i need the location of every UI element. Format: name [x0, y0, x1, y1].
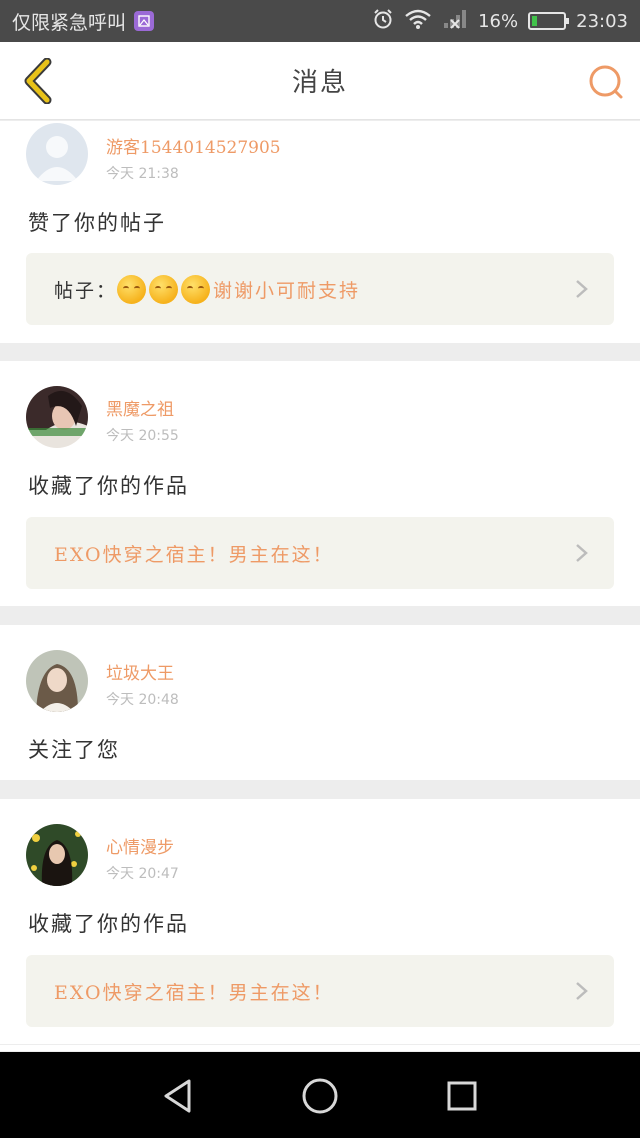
emoji-icon — [149, 274, 179, 304]
search-icon — [589, 65, 623, 99]
back-button[interactable] — [14, 56, 62, 106]
notification-card: 垃圾大王 今天 20:48 关注了您 — [0, 625, 640, 780]
action-text: 赞了你的帖子 — [28, 211, 166, 235]
ref-title: EXO快穿之宿主！男主在这！ — [54, 543, 334, 566]
avatar[interactable] — [26, 824, 88, 886]
avatar[interactable] — [26, 386, 88, 448]
circle-home-icon — [302, 1078, 338, 1114]
timestamp: 今天 20:48 — [106, 692, 179, 708]
battery-icon — [528, 12, 570, 30]
post-reference[interactable]: EXO快穿之宿主！男主在这！ — [26, 955, 614, 1027]
app-header: 消息 — [0, 42, 640, 120]
battery-percent: 16% — [478, 10, 519, 32]
username[interactable]: 游客1544014527905 — [106, 133, 281, 158]
avatar[interactable] — [26, 650, 88, 712]
username[interactable]: 黑魔之祖 — [106, 395, 174, 420]
chevron-right-icon — [576, 280, 588, 298]
username[interactable]: 心情漫步 — [106, 833, 174, 858]
notification-card: 心情漫步 今天 20:47 收藏了你的作品 EXO快穿之宿主！男主在这！ — [0, 799, 640, 1044]
status-bar: 仅限紧急呼叫 16% 23:03 — [0, 0, 640, 42]
action-text: 收藏了你的作品 — [28, 912, 189, 936]
emoji-icon — [181, 274, 211, 304]
status-time: 23:03 — [576, 10, 628, 32]
battery-level — [532, 16, 538, 26]
page-title: 消息 — [291, 68, 348, 98]
gallery-notification-icon — [134, 11, 155, 31]
ref-prefix: 帖子： — [54, 279, 118, 302]
back-arrow-icon — [24, 58, 52, 104]
username[interactable]: 垃圾大王 — [106, 659, 174, 684]
timestamp: 今天 20:55 — [106, 428, 179, 444]
search-button[interactable] — [584, 60, 628, 104]
timestamp: 今天 21:38 — [106, 166, 179, 182]
message-list: 游客1544014527905 今天 21:38 赞了你的帖子 帖子： 谢谢小可… — [0, 121, 640, 1051]
notification-card: 游客1544014527905 今天 21:38 赞了你的帖子 帖子： 谢谢小可… — [0, 121, 640, 343]
emoji-icon — [117, 274, 147, 304]
action-text: 关注了您 — [28, 738, 120, 762]
triangle-back-icon — [164, 1079, 191, 1113]
alarm-icon — [372, 8, 394, 35]
post-reference[interactable]: EXO快穿之宿主！男主在这！ — [26, 517, 614, 589]
post-reference[interactable]: 帖子： 谢谢小可耐支持 — [26, 253, 614, 325]
ref-title: EXO快穿之宿主！男主在这！ — [54, 981, 334, 1004]
chevron-right-icon — [576, 982, 588, 1000]
nav-recents-button[interactable] — [438, 1072, 486, 1120]
nav-back-button[interactable] — [154, 1072, 202, 1120]
ref-title: 谢谢小可耐支持 — [213, 279, 361, 302]
action-text: 收藏了你的作品 — [28, 474, 189, 498]
timestamp: 今天 20:47 — [106, 866, 179, 882]
signal-icon — [442, 8, 468, 35]
chevron-right-icon — [576, 544, 588, 562]
notification-card — [0, 1045, 640, 1051]
avatar[interactable] — [26, 123, 88, 185]
system-nav-bar — [0, 1052, 640, 1138]
carrier-text: 仅限紧急呼叫 — [12, 11, 127, 34]
wifi-icon — [404, 8, 432, 35]
square-recents-icon — [447, 1081, 477, 1111]
notification-card: 黑魔之祖 今天 20:55 收藏了你的作品 EXO快穿之宿主！男主在这！ — [0, 361, 640, 606]
nav-home-button[interactable] — [296, 1072, 344, 1120]
